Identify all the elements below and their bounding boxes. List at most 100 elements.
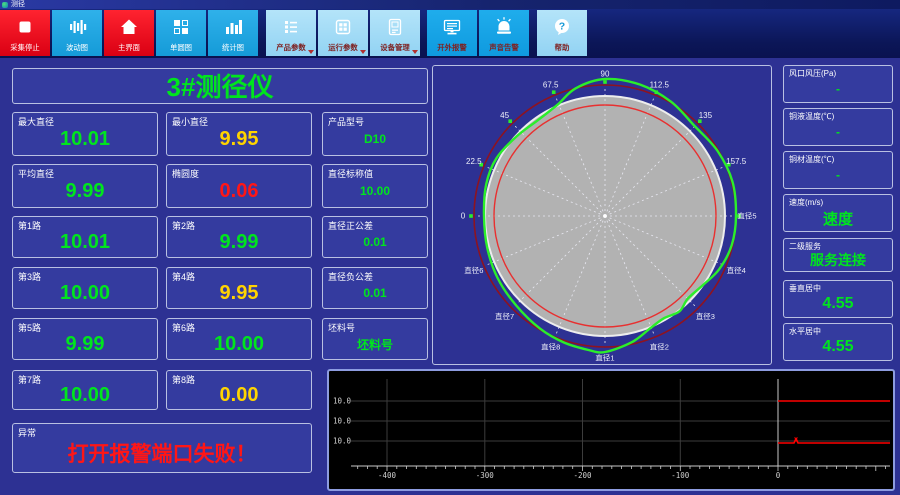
metric-box-channel-7: 第7路 10.00 <box>12 370 158 410</box>
panel-horizontal-center: 水平居中 4.55 <box>783 323 893 361</box>
panel-copper-liquid-temp: 铜液温度(℃) - <box>783 108 893 146</box>
metric-value: 10.00 <box>59 383 111 406</box>
toolbar-button-main-screen[interactable]: 主界面 <box>104 10 154 56</box>
svg-text:直径4: 直径4 <box>727 265 746 275</box>
metric-box-channel-3: 第3路 10.00 <box>12 267 158 309</box>
toolbar-button-label: 运行参数 <box>328 43 358 52</box>
metric-value: 9.95 <box>219 281 259 304</box>
toolbar-button-help[interactable]: ? 帮助 <box>537 10 587 56</box>
toolbar-button-label: 统计图 <box>221 43 245 52</box>
app-window: 测径 采集停止 波动图 主界面 单圆图 统计图 产品参数 运行参数 设备管理 开外报警 声音告警?… <box>0 0 900 495</box>
panel-value: 服务连接 <box>810 252 866 268</box>
svg-text:-100: -100 <box>671 471 690 480</box>
metric-value: 10.00 <box>213 332 265 355</box>
list-icon <box>266 10 316 44</box>
toolbar-button-out-of-range-alarm[interactable]: 开外报警 <box>427 10 477 56</box>
toolbar-button-label: 声音告警 <box>489 43 519 52</box>
toolbar: 采集停止 波动图 主界面 单圆图 统计图 产品参数 运行参数 设备管理 开外报警 声音告警? 帮助 <box>0 9 900 58</box>
toolbar-button-sound-alarm[interactable]: 声音告警 <box>479 10 529 56</box>
toolbar-button-run-params[interactable]: 运行参数 <box>318 10 368 56</box>
chevron-down-icon <box>308 50 314 54</box>
monitor-icon <box>427 10 477 44</box>
metric-box-minus-tolerance: 直径负公差 0.01 <box>322 267 428 309</box>
toolbar-button-label: 主界面 <box>117 43 141 52</box>
svg-text:直径3: 直径3 <box>696 311 715 321</box>
metric-value: 0.06 <box>219 179 259 202</box>
toolbar-button-stats-chart[interactable]: 统计图 <box>208 10 258 56</box>
svg-text:-300: -300 <box>476 471 495 480</box>
metric-value: 9.99 <box>65 332 105 355</box>
toolbar-button-label: 波动图 <box>65 43 89 52</box>
panel-value: 4.55 <box>822 295 854 312</box>
metric-value: 0.01 <box>363 286 387 300</box>
panel-value: 4.55 <box>822 338 854 355</box>
alarm-value: 打开报警端口失败！ <box>67 443 257 466</box>
metric-value: D10 <box>363 132 386 146</box>
home-icon <box>104 10 154 44</box>
panel-speed: 速度(m/s) 速度 <box>783 194 893 232</box>
toolbar-button-label: 开外报警 <box>437 43 467 52</box>
metric-value: 10.00 <box>59 281 111 304</box>
panel-value: 速度 <box>822 210 853 228</box>
toolbar-button-stop-capture[interactable]: 采集停止 <box>0 10 50 56</box>
metric-value: 坯料号 <box>356 337 393 352</box>
metric-box-billet-no: 坯料号 坯料号 <box>322 318 428 360</box>
metric-box-ovality: 椭圆度 0.06 <box>166 164 312 208</box>
svg-text:22.5: 22.5 <box>466 157 482 166</box>
metric-value: 10.01 <box>59 127 111 150</box>
metric-box-channel-1: 第1路 10.01 <box>12 216 158 258</box>
svg-text:10.0: 10.0 <box>333 397 352 406</box>
metric-box-product-model: 产品型号 D10 <box>322 112 428 156</box>
panel-copper-material-temp: 铜材温度(℃) - <box>783 151 893 189</box>
svg-text:-400: -400 <box>378 471 397 480</box>
toolbar-button-label: 采集停止 <box>10 43 40 52</box>
panel-vertical-center: 垂直居中 4.55 <box>783 280 893 318</box>
chevron-down-icon <box>360 50 366 54</box>
toolbar-button-device-management[interactable]: 设备管理 <box>370 10 420 56</box>
svg-text:0: 0 <box>461 212 466 221</box>
svg-text:-200: -200 <box>573 471 592 480</box>
svg-text:?: ? <box>559 20 565 32</box>
stop-icon <box>0 10 50 44</box>
metric-value: 0.01 <box>363 235 387 249</box>
toolbar-button-single-circle-chart[interactable]: 单圆图 <box>156 10 206 56</box>
metric-value: 9.99 <box>65 179 105 202</box>
toolbar-button-product-params[interactable]: 产品参数 <box>266 10 316 56</box>
toolbar-button-label: 帮助 <box>554 43 570 52</box>
svg-text:0: 0 <box>776 471 781 480</box>
panel-air-pressure: 风口风压(Pa) - <box>783 65 893 103</box>
svg-text:直径8: 直径8 <box>541 342 560 352</box>
metric-value: 9.95 <box>219 127 259 150</box>
device-icon <box>370 10 420 44</box>
metric-value: 10.00 <box>359 184 391 198</box>
metric-box-avg-diameter: 平均直径 9.99 <box>12 164 158 208</box>
svg-text:90: 90 <box>601 70 610 79</box>
help-icon: ? <box>537 10 587 44</box>
metric-box-channel-5: 第5路 9.99 <box>12 318 158 360</box>
panel-value: - <box>836 82 840 96</box>
toolbar-button-wave-chart[interactable]: 波动图 <box>52 10 102 56</box>
svg-text:直径5: 直径5 <box>737 211 756 221</box>
metric-box-channel-4: 第4路 9.95 <box>166 267 312 309</box>
metric-box-min-diameter: 最小直径 9.95 <box>166 112 312 156</box>
svg-text:直径6: 直径6 <box>464 265 483 275</box>
wave-icon <box>52 10 102 44</box>
trend-chart-panel: 10.0 10.0 10.0 -400 -300 -200 -100 0 <box>327 369 895 491</box>
panel-value: - <box>836 168 840 182</box>
quad-icon <box>156 10 206 44</box>
gauge-title-box: 3#测径仪 <box>12 68 428 104</box>
svg-text:直径2: 直径2 <box>650 342 669 352</box>
metric-box-channel-6: 第6路 10.00 <box>166 318 312 360</box>
siren-icon <box>479 10 529 44</box>
metric-value: 9.99 <box>219 230 259 253</box>
svg-text:45: 45 <box>500 111 509 120</box>
panel-secondary-service: 二级服务 服务连接 <box>783 238 893 272</box>
metric-box-max-diameter: 最大直径 10.01 <box>12 112 158 156</box>
title-bar: 测径 <box>0 0 900 9</box>
metric-box-channel-2: 第2路 9.99 <box>166 216 312 258</box>
svg-text:10.0: 10.0 <box>333 437 352 446</box>
metric-box-exception: 异常 打开报警端口失败！ <box>12 423 312 473</box>
svg-text:直径1: 直径1 <box>595 353 614 363</box>
toolbar-button-label: 设备管理 <box>380 43 410 52</box>
metric-box-channel-8: 第8路 0.00 <box>166 370 312 410</box>
